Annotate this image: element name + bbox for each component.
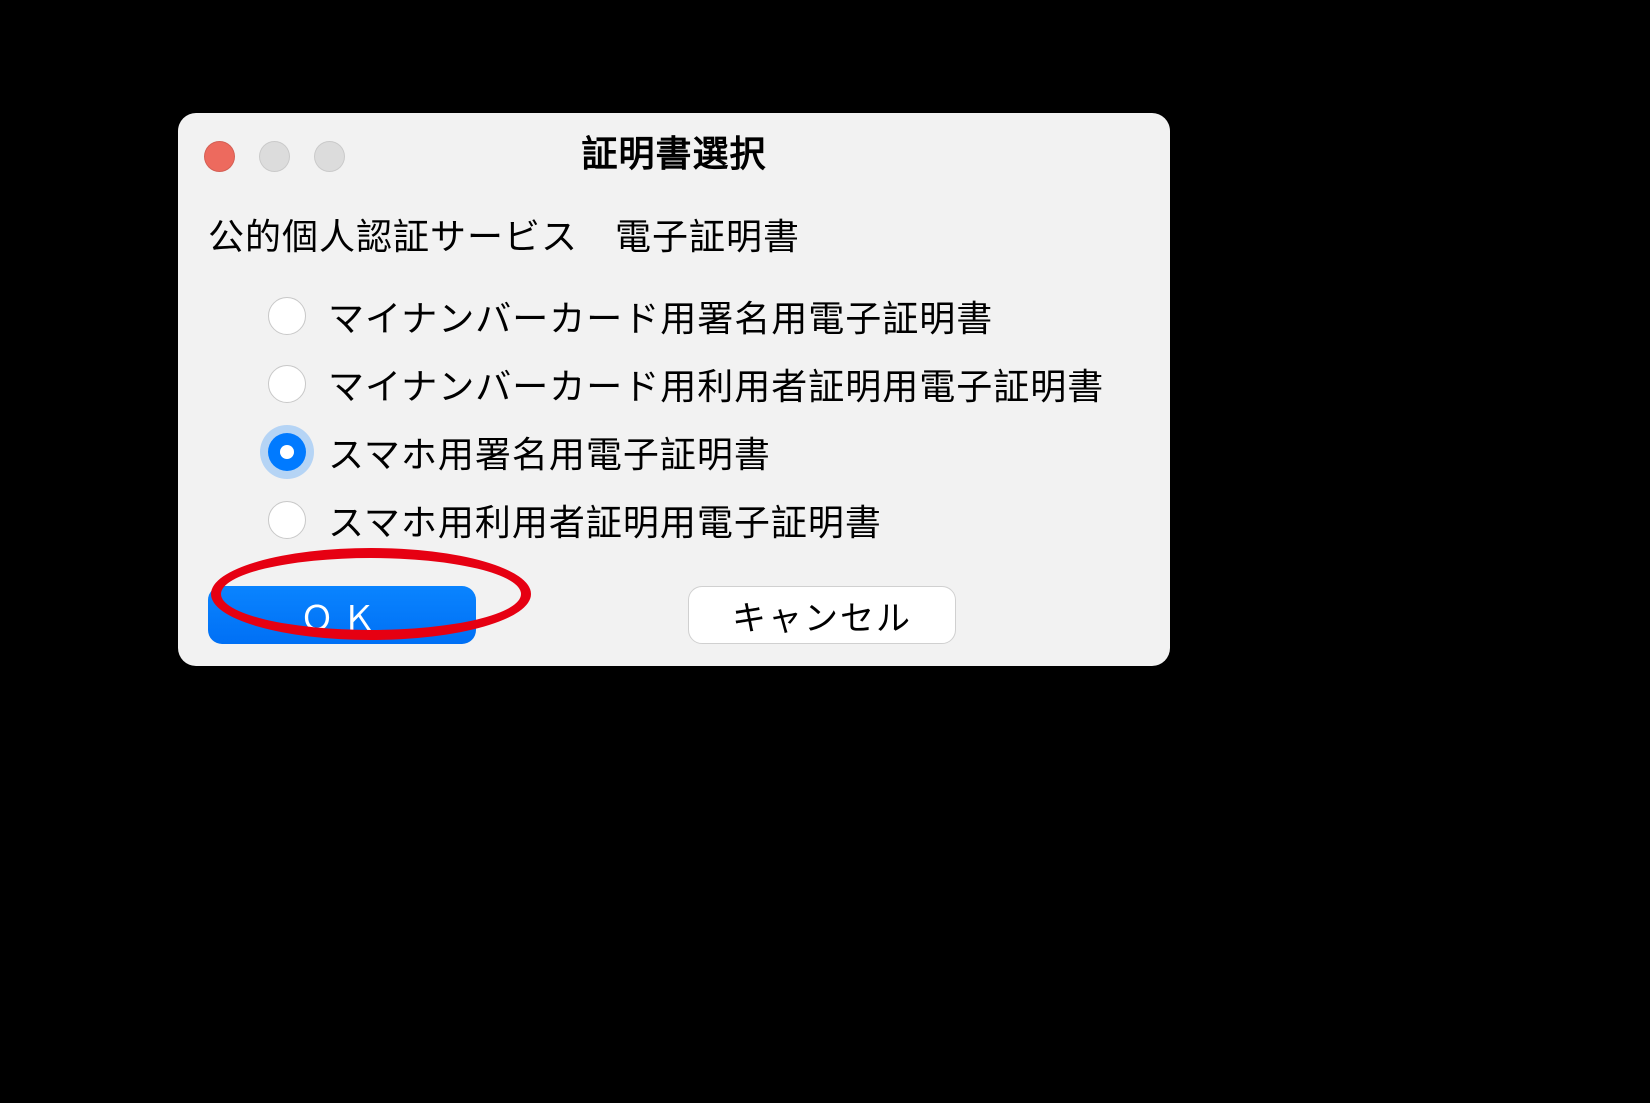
radio-label: マイナンバーカード用利用者証明用電子証明書 [328, 358, 1104, 410]
radio-smartphone-user-auth[interactable]: スマホ用利用者証明用電子証明書 [268, 486, 1140, 554]
dialog-content: 公的個人認証サービス 電子証明書 マイナンバーカード用署名用電子証明書 マイナン… [178, 188, 1170, 554]
button-row: ＯＫ キャンセル [208, 586, 1140, 644]
radio-icon [268, 433, 306, 471]
radio-icon [268, 297, 306, 335]
radio-smartphone-signature[interactable]: スマホ用署名用電子証明書 [268, 418, 1140, 486]
radio-icon [268, 501, 306, 539]
window-title: 証明書選択 [178, 125, 1170, 177]
radio-mynumber-user-auth[interactable]: マイナンバーカード用利用者証明用電子証明書 [268, 350, 1140, 418]
certificate-radio-group: マイナンバーカード用署名用電子証明書 マイナンバーカード用利用者証明用電子証明書… [208, 282, 1140, 554]
radio-label: スマホ用署名用電子証明書 [328, 426, 771, 478]
ok-button[interactable]: ＯＫ [208, 586, 476, 644]
certificate-select-dialog: 証明書選択 公的個人認証サービス 電子証明書 マイナンバーカード用署名用電子証明… [178, 113, 1170, 666]
titlebar: 証明書選択 [178, 113, 1170, 188]
radio-icon [268, 365, 306, 403]
radio-label: マイナンバーカード用署名用電子証明書 [328, 290, 993, 342]
radio-label: スマホ用利用者証明用電子証明書 [328, 494, 882, 546]
section-heading: 公的個人認証サービス 電子証明書 [208, 208, 1140, 260]
cancel-button[interactable]: キャンセル [688, 586, 956, 644]
radio-mynumber-signature[interactable]: マイナンバーカード用署名用電子証明書 [268, 282, 1140, 350]
